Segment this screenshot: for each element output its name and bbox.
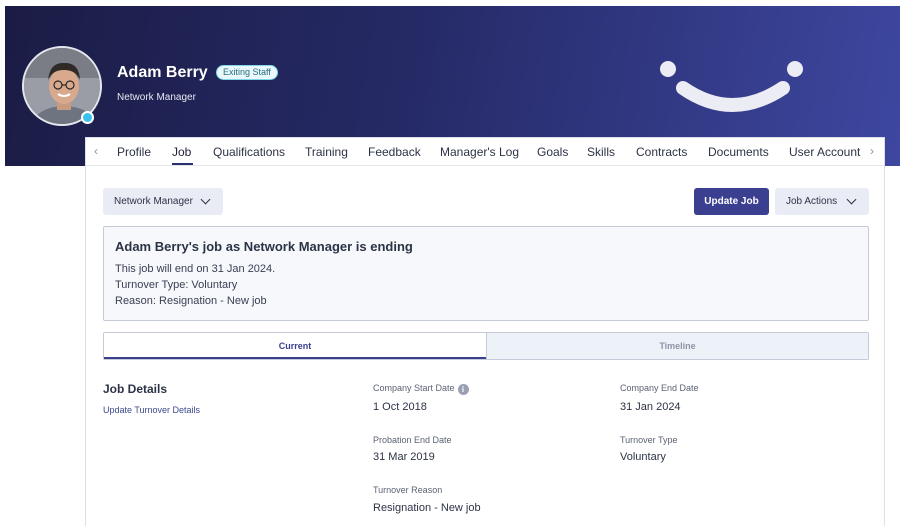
chevron-left-icon[interactable]: ‹ bbox=[94, 144, 98, 158]
tab-bar: ‹ Profile Job Qualifications Training Fe… bbox=[86, 138, 884, 166]
profile-name: Adam Berry bbox=[117, 64, 208, 81]
turnover-type-label: Turnover Type bbox=[620, 435, 678, 445]
update-job-button[interactable]: Update Job bbox=[694, 188, 769, 215]
notice-turnover-type: Turnover Type: Voluntary bbox=[115, 279, 238, 291]
company-start-date-value: 1 Oct 2018 bbox=[373, 401, 427, 413]
company-end-date-label: Company End Date bbox=[620, 383, 699, 393]
job-actions-label: Job Actions bbox=[786, 196, 838, 207]
current-toggle-button[interactable]: Current bbox=[104, 333, 486, 359]
profile-role: Network Manager bbox=[117, 92, 196, 103]
turnover-reason-label: Turnover Reason bbox=[373, 485, 443, 495]
notice-title: Adam Berry's job as Network Manager is e… bbox=[115, 239, 413, 254]
online-status-indicator bbox=[81, 111, 94, 124]
tab-profile[interactable]: Profile bbox=[117, 145, 151, 159]
probation-end-date-label: Probation End Date bbox=[373, 435, 452, 445]
tab-user-account[interactable]: User Account bbox=[789, 145, 860, 159]
tab-documents[interactable]: Documents bbox=[708, 145, 769, 159]
company-end-date-value: 31 Jan 2024 bbox=[620, 401, 681, 413]
job-select-dropdown[interactable]: Network Manager bbox=[103, 188, 223, 215]
tab-qualifications[interactable]: Qualifications bbox=[213, 145, 285, 159]
tab-goals[interactable]: Goals bbox=[537, 145, 568, 159]
job-card: ‹ Profile Job Qualifications Training Fe… bbox=[85, 137, 885, 526]
company-start-date-label: Company Start Date i bbox=[373, 383, 469, 395]
tab-training[interactable]: Training bbox=[305, 145, 348, 159]
job-actions-button[interactable]: Job Actions bbox=[775, 188, 869, 215]
view-toggle: Current Timeline bbox=[103, 332, 869, 360]
job-ending-notice: Adam Berry's job as Network Manager is e… bbox=[103, 226, 869, 321]
status-badge: Exiting Staff bbox=[216, 65, 278, 80]
smile-logo-icon bbox=[660, 61, 803, 112]
tab-contracts[interactable]: Contracts bbox=[636, 145, 687, 159]
notice-reason: Reason: Resignation - New job bbox=[115, 295, 267, 307]
tab-feedback[interactable]: Feedback bbox=[368, 145, 421, 159]
company-start-date-label-text: Company Start Date bbox=[373, 383, 455, 393]
notice-end-date: This job will end on 31 Jan 2024. bbox=[115, 263, 276, 275]
info-icon[interactable]: i bbox=[457, 384, 469, 395]
chevron-down-icon bbox=[846, 194, 857, 205]
tab-managers-log[interactable]: Manager's Log bbox=[440, 145, 519, 159]
chevron-down-icon bbox=[200, 194, 211, 205]
active-tab-indicator bbox=[172, 163, 193, 165]
job-select-label: Network Manager bbox=[114, 196, 193, 207]
timeline-toggle-button[interactable]: Timeline bbox=[486, 333, 868, 359]
probation-end-date-value: 31 Mar 2019 bbox=[373, 451, 435, 463]
tab-job[interactable]: Job bbox=[172, 145, 191, 159]
tab-skills[interactable]: Skills bbox=[587, 145, 615, 159]
job-details-title: Job Details bbox=[103, 382, 168, 396]
turnover-reason-value: Resignation - New job bbox=[373, 502, 481, 514]
update-turnover-details-link[interactable]: Update Turnover Details bbox=[103, 405, 200, 415]
chevron-right-icon[interactable]: › bbox=[870, 144, 874, 158]
turnover-type-value: Voluntary bbox=[620, 451, 666, 463]
